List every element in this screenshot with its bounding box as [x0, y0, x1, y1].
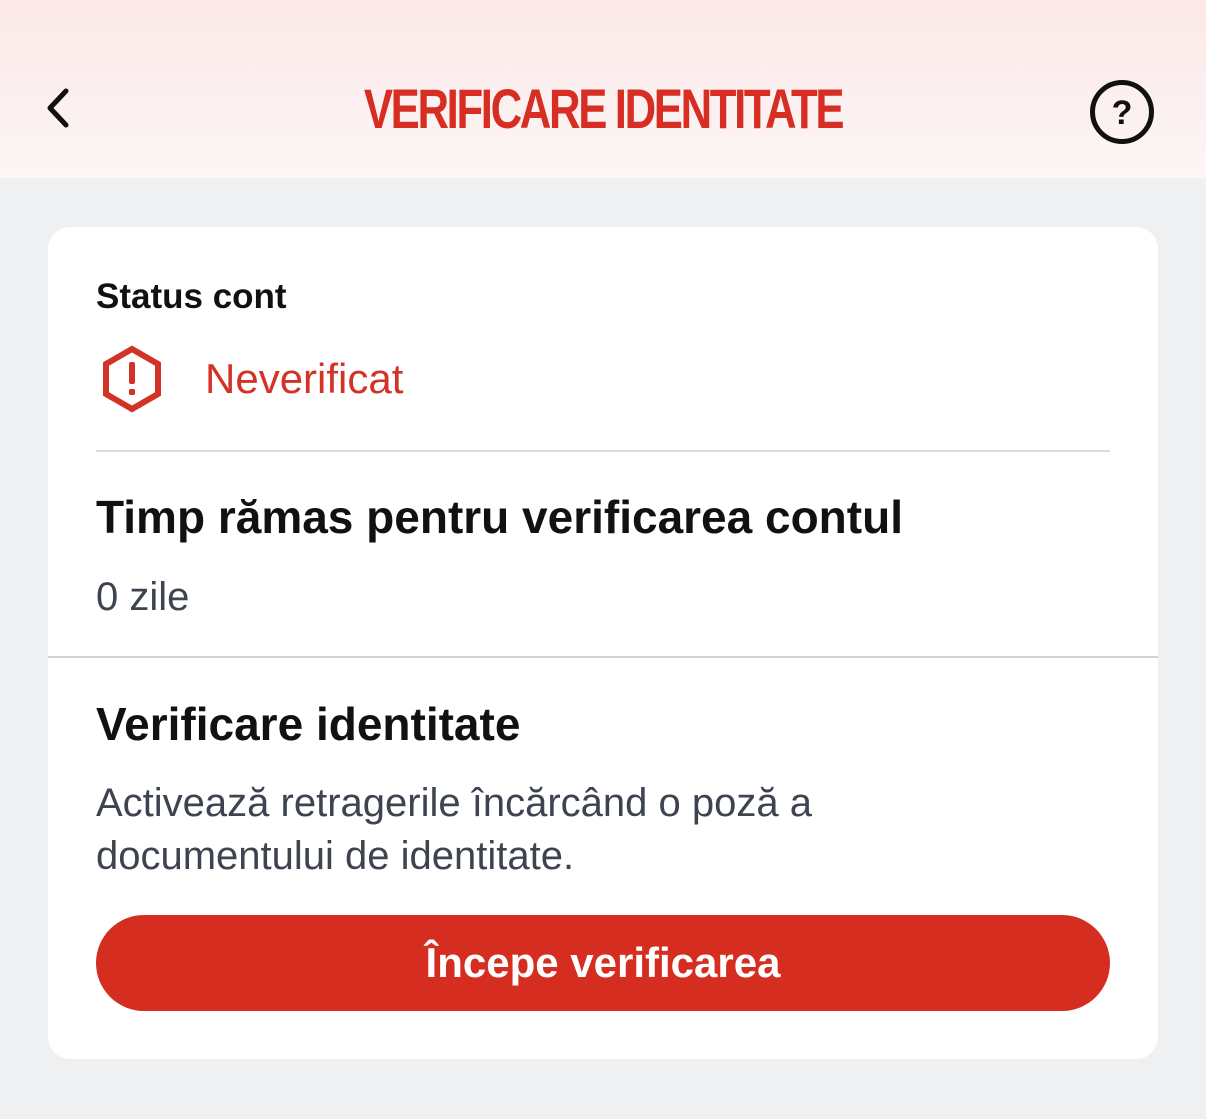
alert-hexagon-icon: [103, 345, 161, 413]
divider: [96, 450, 1110, 452]
time-remaining-value: 0 zile: [96, 575, 190, 619]
time-remaining-heading: Timp rămas pentru verificarea contul: [96, 491, 903, 543]
account-status-label: Status cont: [96, 277, 287, 316]
chevron-left-icon: [47, 88, 69, 128]
svg-text:?: ?: [1112, 94, 1133, 132]
back-button[interactable]: [30, 80, 86, 136]
identity-verification-heading: Verificare identitate: [96, 698, 521, 750]
identity-verification-description: Activează retragerile încărcând o poză a…: [96, 781, 812, 878]
verification-card: Status cont Neverificat Timp rămas pentr…: [48, 227, 1158, 1059]
help-circle-icon: ?: [1090, 80, 1154, 144]
app-header: VERIFICARE IDENTITATE ?: [0, 0, 1206, 178]
help-button[interactable]: ?: [1089, 79, 1155, 145]
page-title: VERIFICARE IDENTITATE: [363, 77, 845, 140]
section-divider: [48, 656, 1158, 658]
start-verification-button[interactable]: Începe verificarea: [96, 915, 1110, 1011]
account-status-value: Neverificat: [205, 355, 404, 402]
